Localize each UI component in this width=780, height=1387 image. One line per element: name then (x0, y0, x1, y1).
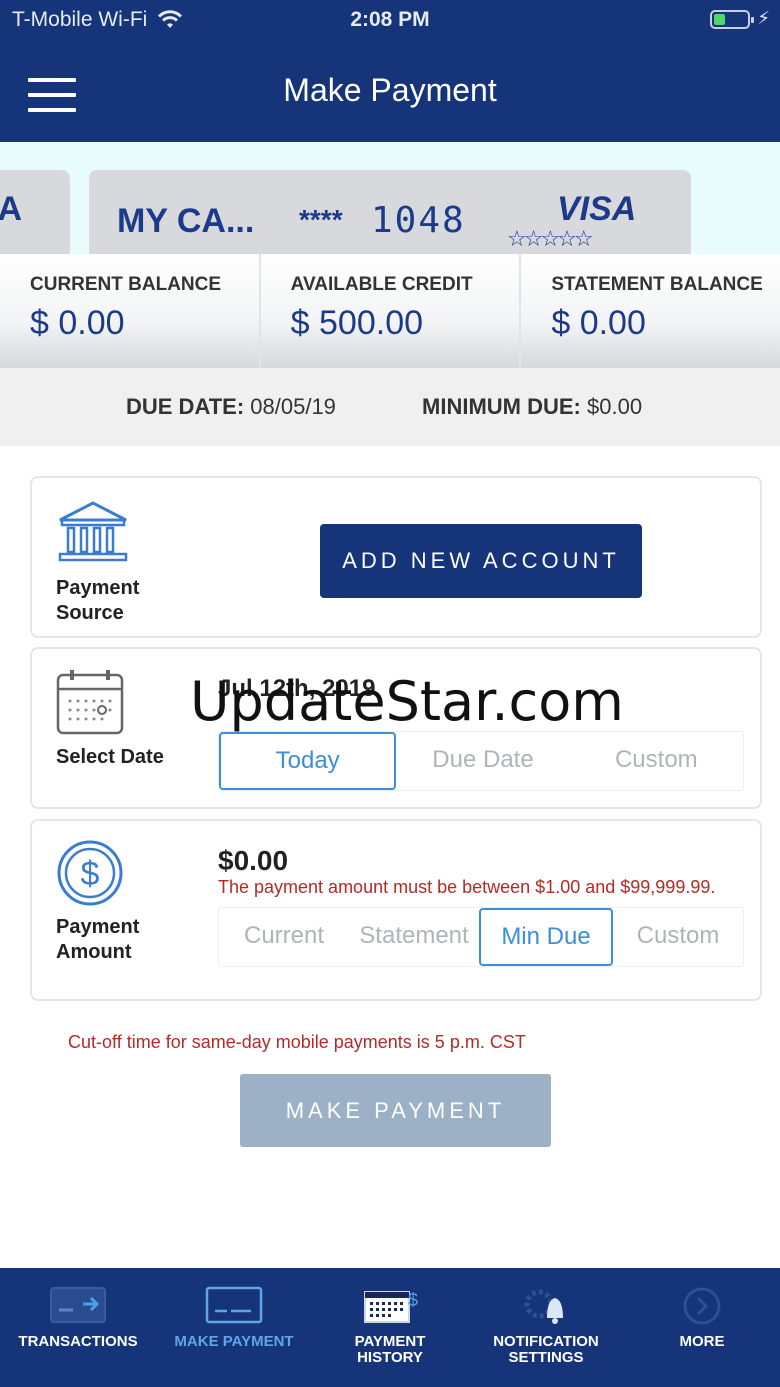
tab-label: TRANSACTIONS (0, 1334, 156, 1350)
balance-label: AVAILABLE CREDIT (290, 274, 473, 295)
tab-make-payment[interactable]: MAKE PAYMENT (156, 1268, 312, 1387)
payment-source-label: Payment Source (56, 576, 139, 626)
due-date: DUE DATE: 08/05/19 (126, 394, 336, 420)
svg-text:$: $ (408, 1290, 418, 1310)
battery-icon (710, 10, 754, 29)
amount-option-segment: Current Statement Min Due Custom (218, 907, 744, 967)
status-time: 2:08 PM (350, 8, 430, 31)
add-new-account-button[interactable]: ADD NEW ACCOUNT (320, 524, 642, 598)
tab-transactions[interactable]: TRANSACTIONS (0, 1268, 156, 1387)
balance-available: AVAILABLE CREDIT $ 500.00 (261, 254, 522, 368)
tab-label: PAYMENT HISTORY (312, 1334, 468, 1366)
card-mask: **** (299, 204, 343, 235)
amount-option-statement[interactable]: Statement (349, 908, 479, 966)
tab-label-line1: PAYMENT (354, 1333, 426, 1350)
balance-statement: STATEMENT BALANCE $ 0.00 (521, 254, 780, 368)
app-root: T-Mobile Wi-Fi 2:08 PM ⚡ Make Payment A … (0, 0, 780, 1387)
balance-value: $ 500.00 (290, 304, 424, 342)
transactions-icon (50, 1287, 106, 1323)
battery-fill (714, 14, 725, 25)
balance-value: $ 0.00 (551, 304, 646, 342)
payment-amount-label: Payment Amount (56, 915, 139, 965)
payment-amount-label-line1: Payment (56, 916, 140, 938)
balance-value: $ 0.00 (30, 304, 125, 342)
tab-label: NOTIFICATION SETTINGS (468, 1334, 624, 1366)
calendar-icon (56, 670, 124, 735)
date-option-today[interactable]: Today (219, 732, 397, 790)
balance-current: CURRENT BALANCE $ 0.00 (0, 254, 261, 368)
date-option-custom[interactable]: Custom (570, 732, 743, 790)
battery-nub (751, 17, 754, 23)
amount-option-current[interactable]: Current (219, 908, 349, 966)
payment-source-panel: Payment Source ADD NEW ACCOUNT (30, 476, 762, 638)
tab-notification-settings[interactable]: NOTIFICATION SETTINGS (468, 1268, 624, 1387)
amount-option-min-due[interactable]: Min Due (479, 908, 613, 966)
tab-label-line2: SETTINGS (508, 1349, 584, 1366)
bank-icon (58, 501, 128, 562)
date-option-due-date[interactable]: Due Date (396, 732, 569, 790)
card-name: MY CA... (117, 202, 255, 240)
balance-label: CURRENT BALANCE (30, 274, 222, 295)
card-previous[interactable]: A (0, 170, 70, 254)
tab-more[interactable]: MORE (624, 1268, 780, 1387)
minimum-due-label: MINIMUM DUE: (422, 394, 581, 419)
bell-gear-icon (524, 1289, 563, 1324)
stars-icon: ☆☆☆☆☆ (507, 226, 594, 251)
due-info-bar: DUE DATE: 08/05/19 MINIMUM DUE: $0.00 (0, 368, 780, 446)
bottom-tab-bar: TRANSACTIONS MAKE PAYMENT $ PAYMENT HIST… (0, 1268, 780, 1387)
payment-source-label-line2: Source (56, 602, 124, 624)
payment-amount-label-line2: Amount (56, 941, 132, 963)
card-last4: 1048 (371, 200, 466, 241)
card-previous-name: A (0, 190, 22, 228)
make-payment-button[interactable]: MAKE PAYMENT (240, 1074, 551, 1147)
page-title: Make Payment (283, 72, 497, 108)
svg-text:$: $ (81, 855, 100, 893)
tab-label-line1: NOTIFICATION (493, 1333, 599, 1350)
card-icon (205, 1286, 263, 1324)
select-date-label: Select Date (56, 746, 164, 768)
tab-label-line2: HISTORY (357, 1349, 423, 1366)
tab-label-line1: TRANSACTIONS (18, 1333, 138, 1350)
more-icon (683, 1287, 721, 1325)
amount-option-custom[interactable]: Custom (613, 908, 743, 966)
tab-payment-history[interactable]: $ PAYMENT HISTORY (312, 1268, 468, 1387)
payment-amount-value[interactable]: $0.00 (218, 845, 288, 877)
card-carousel[interactable]: A MY CA... **** 1048 VISA ☆☆☆☆☆ (0, 142, 780, 254)
minimum-due-value: $0.00 (587, 394, 643, 419)
due-date-label: DUE DATE: (126, 394, 245, 419)
tab-label-line1: MAKE PAYMENT (174, 1333, 294, 1350)
dollar-coin-icon: $ (57, 840, 123, 906)
cutoff-note: Cut-off time for same-day mobile payment… (68, 1032, 526, 1052)
select-date-panel: Select Date Jul 12th, 2019 Today Due Dat… (30, 647, 762, 809)
due-date-value: 08/05/19 (250, 394, 336, 419)
tab-label: MAKE PAYMENT (156, 1334, 312, 1350)
tab-label-line1: MORE (679, 1333, 725, 1350)
header: T-Mobile Wi-Fi 2:08 PM ⚡ Make Payment (0, 0, 780, 142)
calendar-dollar-icon: $ (364, 1290, 418, 1323)
visa-logo: VISA (557, 190, 637, 228)
balance-summary: CURRENT BALANCE $ 0.00 AVAILABLE CREDIT … (0, 254, 780, 368)
minimum-due: MINIMUM DUE: $0.00 (422, 394, 642, 420)
balance-label: STATEMENT BALANCE (551, 274, 763, 295)
charging-icon: ⚡ (757, 8, 770, 28)
payment-source-label-line1: Payment (56, 577, 140, 599)
payment-amount-error: The payment amount must be between $1.00… (218, 877, 716, 897)
card-current[interactable]: MY CA... **** 1048 VISA ☆☆☆☆☆ (89, 170, 691, 254)
selected-date-text: Jul 12th, 2019 (218, 675, 376, 702)
date-option-segment: Today Due Date Custom (218, 731, 744, 791)
tab-label: MORE (624, 1334, 780, 1350)
payment-amount-panel: $ Payment Amount $0.00 The payment amoun… (30, 819, 762, 1001)
